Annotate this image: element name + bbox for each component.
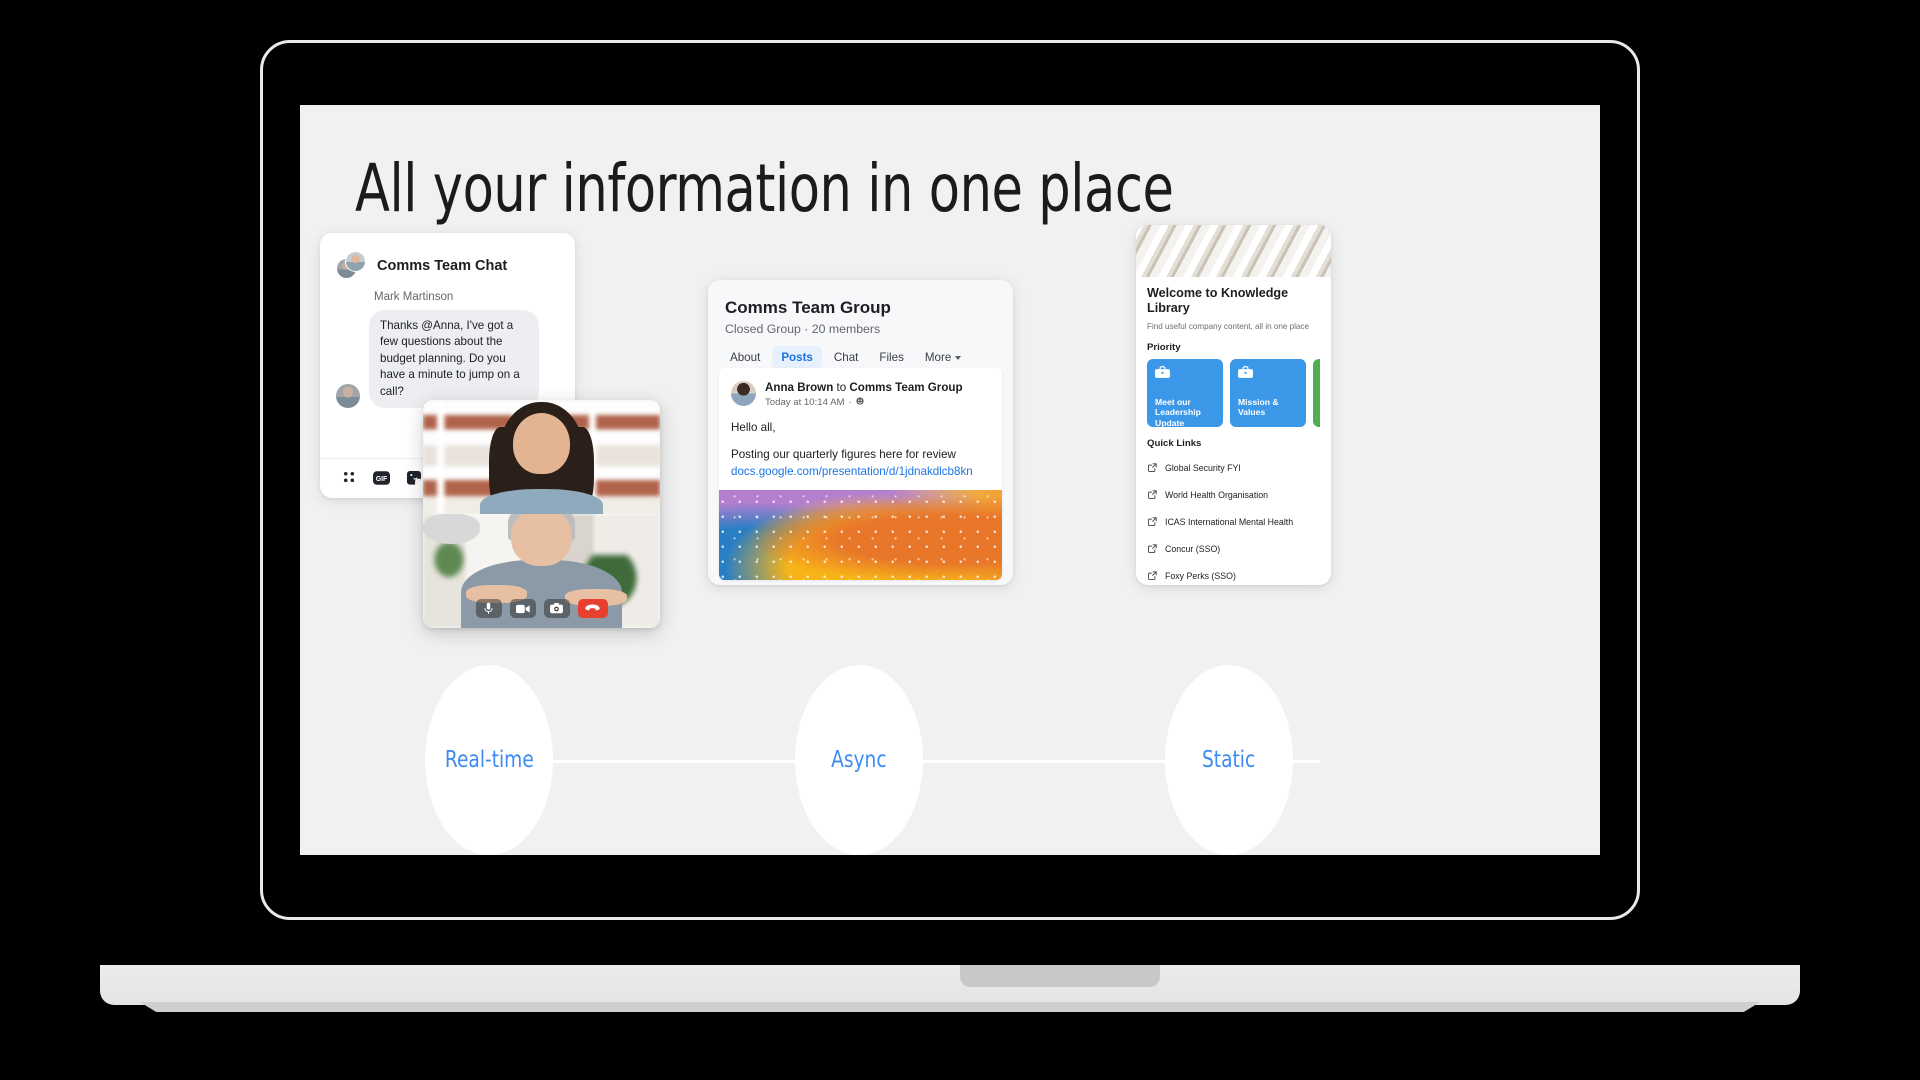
quick-links-list: Global Security FYI World Health Organis… bbox=[1147, 454, 1320, 585]
avatar bbox=[731, 381, 756, 406]
chat-card-header: Comms Team Chat bbox=[320, 233, 575, 281]
knowledge-library-card[interactable]: Welcome to Knowledge Library Find useful… bbox=[1136, 225, 1331, 585]
timeline-stage-label: Async bbox=[831, 747, 887, 773]
globe-icon bbox=[855, 397, 864, 408]
video-call-card[interactable] bbox=[423, 400, 660, 628]
post-timestamp: Today at 10:14 AM bbox=[765, 397, 845, 409]
hang-up-icon[interactable] bbox=[577, 599, 608, 618]
priority-tiles: Meet our Leadership Update Mission & Val… bbox=[1147, 358, 1320, 427]
post-greeting: Hello all, bbox=[731, 421, 776, 435]
knowledge-library-banner bbox=[1136, 225, 1331, 277]
chat-message-row: Thanks @Anna, I've got a few questions a… bbox=[320, 303, 575, 409]
sticker-icon[interactable] bbox=[406, 470, 422, 485]
quick-link-label: Global Security FYI bbox=[1165, 462, 1241, 473]
group-subtitle: Closed Group · 20 members bbox=[725, 322, 881, 336]
knowledge-library-subtitle: Find useful company content, all in one … bbox=[1147, 321, 1309, 331]
microphone-icon[interactable] bbox=[475, 599, 502, 618]
quick-link-item[interactable]: Concur (SSO) bbox=[1147, 535, 1320, 562]
chevron-down-icon bbox=[955, 355, 962, 360]
laptop-base-lip bbox=[139, 1002, 1761, 1012]
group-post: Anna Brown to Comms Team Group Today at … bbox=[719, 368, 1002, 580]
quick-link-item[interactable]: Foxy Perks (SSO) bbox=[1147, 562, 1320, 585]
tab-more[interactable]: More bbox=[916, 346, 970, 369]
timeline-stage-label: Real-time bbox=[444, 747, 534, 773]
post-target-group: Comms Team Group bbox=[849, 381, 963, 394]
gif-icon[interactable]: GIF bbox=[373, 470, 390, 485]
quick-links-heading: Quick Links bbox=[1147, 437, 1202, 449]
laptop-screen: All your information in one place Comms … bbox=[300, 105, 1600, 855]
page-title: All your information in one place bbox=[355, 150, 1174, 227]
svg-text:GIF: GIF bbox=[376, 476, 388, 483]
laptop-mockup: All your information in one place Comms … bbox=[100, 40, 1800, 1012]
external-link-icon bbox=[1148, 513, 1157, 531]
timeline: Real-time Async Static bbox=[300, 665, 1600, 855]
timeline-stage-real-time[interactable]: Real-time bbox=[425, 665, 553, 855]
tab-posts[interactable]: Posts bbox=[772, 346, 822, 369]
priority-tile-label: Mission & Values bbox=[1238, 396, 1279, 418]
quick-link-item[interactable]: Global Security FYI bbox=[1147, 454, 1320, 481]
tab-chat[interactable]: Chat bbox=[825, 346, 868, 369]
presentation-slide: All your information in one place Comms … bbox=[300, 105, 1600, 855]
tab-files[interactable]: Files bbox=[870, 346, 912, 369]
group-title: Comms Team Group bbox=[725, 298, 891, 317]
briefcase-icon bbox=[1238, 365, 1298, 384]
quick-link-label: Concur (SSO) bbox=[1165, 543, 1221, 554]
briefcase-icon bbox=[1155, 365, 1215, 384]
tab-about[interactable]: About bbox=[721, 346, 769, 369]
priority-tile-label: Meet our Leadership Update bbox=[1155, 396, 1201, 427]
post-connector: to bbox=[833, 381, 850, 394]
avatar bbox=[336, 384, 360, 409]
priority-heading: Priority bbox=[1147, 341, 1181, 353]
laptop-base bbox=[100, 965, 1800, 1005]
participant-1-video bbox=[423, 400, 660, 514]
group-tabs: About Posts Chat Files More bbox=[708, 336, 1013, 369]
chat-message-bubble: Thanks @Anna, I've got a few questions a… bbox=[369, 310, 539, 409]
post-header: Anna Brown to Comms Team Group Today at … bbox=[719, 368, 1002, 408]
apps-grid-icon[interactable] bbox=[342, 470, 357, 485]
quick-link-item[interactable]: ICAS International Mental Health bbox=[1147, 508, 1320, 535]
priority-tile-leadership[interactable]: Meet our Leadership Update bbox=[1147, 358, 1223, 427]
priority-tile-mission[interactable]: Mission & Values bbox=[1230, 358, 1306, 427]
post-body: Posting our quarterly figures here for r… bbox=[731, 447, 973, 479]
chat-title: Comms Team Chat bbox=[377, 258, 508, 274]
quick-link-item[interactable]: World Health Organisation bbox=[1147, 481, 1320, 508]
laptop-base-notch bbox=[960, 965, 1160, 987]
external-link-icon bbox=[1148, 459, 1157, 477]
priority-tile-payroll[interactable]: Payroll bbox=[1313, 358, 1320, 427]
post-link[interactable]: docs.google.com/presentation/d/1jdnakdlc… bbox=[731, 465, 973, 478]
meta-separator: · bbox=[848, 397, 852, 409]
timeline-stage-label: Static bbox=[1202, 747, 1256, 773]
group-avatar bbox=[336, 251, 366, 281]
video-tile-participant-1 bbox=[423, 400, 660, 514]
comms-team-group-card[interactable]: Comms Team Group Closed Group · 20 membe… bbox=[708, 280, 1013, 585]
post-author: Anna Brown bbox=[765, 381, 834, 394]
knowledge-library-title: Welcome to Knowledge Library bbox=[1147, 286, 1289, 316]
external-link-icon bbox=[1148, 567, 1157, 585]
quick-link-label: World Health Organisation bbox=[1165, 489, 1269, 500]
chat-sender-name: Mark Martinson bbox=[374, 291, 454, 303]
quick-link-label: ICAS International Mental Health bbox=[1165, 516, 1294, 527]
external-link-icon bbox=[1148, 540, 1157, 558]
screen-share-icon[interactable] bbox=[543, 599, 570, 618]
timeline-stage-async[interactable]: Async bbox=[795, 665, 923, 855]
quick-link-label: Foxy Perks (SSO) bbox=[1165, 570, 1236, 581]
video-camera-icon[interactable] bbox=[509, 599, 536, 618]
post-image bbox=[719, 490, 1002, 580]
post-meta: Today at 10:14 AM · bbox=[765, 397, 963, 408]
external-link-icon bbox=[1148, 486, 1157, 504]
call-controls bbox=[423, 599, 660, 618]
post-author-line: Anna Brown to Comms Team Group bbox=[765, 381, 963, 395]
video-tile-participant-2 bbox=[423, 514, 660, 628]
timeline-stage-static[interactable]: Static bbox=[1165, 665, 1293, 855]
